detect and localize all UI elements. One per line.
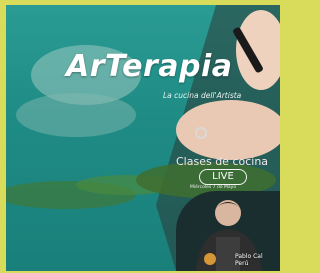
poster-frame: ArTerapia La cucina dell'Artista Clases …	[0, 0, 288, 273]
poster-subtitle: La cucina dell'Artista	[163, 91, 242, 100]
poster-title: ArTerapia	[66, 49, 233, 84]
chef-illustration	[176, 191, 280, 271]
chef-name: Pablo Cal Perú	[235, 253, 263, 267]
chef-head-shape	[215, 200, 241, 226]
chef-photo	[176, 191, 280, 271]
event-date: Miércoles 7 de Mayo	[190, 185, 237, 190]
mortar-bowl-shape	[16, 93, 136, 137]
live-label: LIVE	[212, 171, 234, 182]
chef-name-line1: Pablo Cal	[235, 253, 263, 260]
chef-name-line2: Perú	[235, 260, 249, 267]
poster: ArTerapia La cucina dell'Artista Clases …	[6, 5, 280, 271]
flame-shape	[204, 253, 216, 265]
event-label: Clases de cocina	[176, 155, 269, 168]
live-badge: LIVE	[199, 169, 247, 185]
